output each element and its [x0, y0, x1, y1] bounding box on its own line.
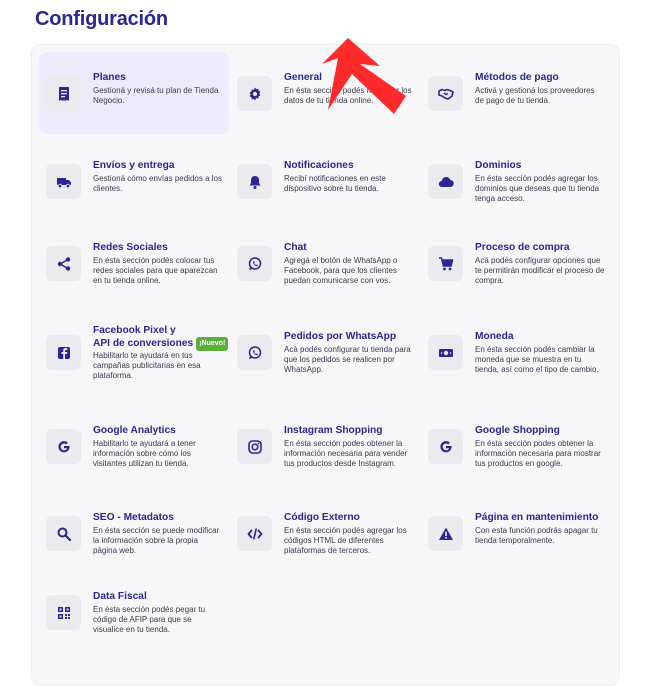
settings-item-facebook-pixel-y-api-de-conversiones[interactable]: Facebook Pixel y API de conversiones ¡Nuev… — [39, 312, 229, 392]
settings-item-title: Envíos y entrega — [93, 160, 233, 172]
settings-item-proceso-de-compra[interactable]: Proceso de compra Acá podés configurar op… — [421, 228, 611, 298]
settings-item-description: Recibí notificaciones en este dispositiv… — [284, 174, 386, 193]
settings-item-codigo-externo[interactable]: Código Externo En ésta sección podés agre… — [230, 498, 420, 568]
whatsapp-icon — [237, 246, 272, 281]
settings-item-title: Dominios — [475, 160, 615, 172]
settings-item-notificaciones[interactable]: Notificaciones Recibí notificaciones en e… — [230, 146, 420, 216]
settings-item-title-text: Métodos de pago — [475, 72, 559, 83]
settings-item-title: Página en mantenimiento — [475, 512, 615, 524]
settings-item-title-text: Google Analytics — [93, 425, 176, 436]
settings-item-title: Facebook Pixel y API de conversiones ¡Nuev… — [93, 325, 233, 351]
settings-item-title-text: Proceso de compra — [475, 242, 570, 253]
settings-item-description: Activá y gestioná los proveedores de pag… — [475, 86, 595, 105]
money-icon — [428, 335, 463, 370]
google-icon — [428, 429, 463, 464]
settings-item-data-fiscal[interactable]: Data Fiscal En ésta sección podés pegar t… — [39, 582, 229, 642]
gear-icon — [237, 76, 272, 111]
settings-item-title-text: Notificaciones — [284, 160, 354, 171]
settings-item-title: Redes Sociales — [93, 242, 233, 254]
settings-item-description: Acá podés configurar tu tienda para que … — [284, 345, 411, 374]
settings-item-seo-metadatos[interactable]: SEO - Metadatos En ésta sección se puede … — [39, 498, 229, 568]
settings-item-title: Proceso de compra — [475, 242, 615, 254]
settings-item-google-shopping[interactable]: Google Shopping En ésta sección podes obt… — [421, 408, 611, 484]
settings-item-description: Acá podés configurar opciones que te per… — [475, 256, 605, 285]
settings-item-planes[interactable]: Planes Gestioná y revisá tu plan de Tiend… — [39, 52, 229, 134]
settings-item-description: En ésta sección podés agregar los domini… — [475, 174, 600, 203]
settings-item-title: Moneda — [475, 331, 615, 343]
settings-item-redes-sociales[interactable]: Redes Sociales En ésta sección podés colo… — [39, 228, 229, 298]
settings-item-description: En ésta sección se puede modificar la in… — [93, 526, 220, 555]
settings-item-description: Habilitarlo te ayudará en tus campañas p… — [93, 351, 201, 380]
settings-item-title-text: API de conversiones — [93, 338, 194, 349]
settings-item-title: Instagram Shopping — [284, 425, 424, 437]
settings-item-description: Gestioná cómo envías pedidos a los clien… — [93, 174, 222, 193]
settings-item-pedidos-por-whatsapp[interactable]: Pedidos por WhatsApp Acá podés configurar… — [230, 312, 420, 392]
settings-item-envios-y-entrega[interactable]: Envíos y entrega Gestioná cómo envías ped… — [39, 146, 229, 216]
cart-icon — [428, 246, 463, 281]
settings-item-title-text: Facebook Pixel y — [93, 325, 176, 336]
whatsapp-icon — [237, 335, 272, 370]
settings-item-title-text: Redes Sociales — [93, 242, 168, 253]
settings-item-description: Con esta función podrás apagar tu tienda… — [475, 526, 598, 545]
settings-item-title: Planes — [93, 72, 233, 84]
settings-item-google-analytics[interactable]: Google Analytics Habilitarlo te ayudará a… — [39, 408, 229, 484]
settings-item-description: En ésta sección podés pegar tu código de… — [93, 605, 206, 634]
settings-item-description: Agregá el botón de WhatsApp o Facebook, … — [284, 256, 398, 285]
settings-item-description: En ésta sección podes obtener la informa… — [284, 439, 408, 468]
settings-item-title-text: SEO - Metadatos — [93, 512, 174, 523]
settings-item-title-text: Página en mantenimiento — [475, 512, 599, 523]
settings-item-title: Código Externo — [284, 512, 424, 524]
settings-item-description: En ésta sección podés cambiar la moneda … — [475, 345, 599, 374]
code-icon — [237, 516, 272, 551]
settings-item-title: Pedidos por WhatsApp — [284, 331, 424, 343]
settings-item-metodos-de-pago[interactable]: Métodos de pago Activá y gestioná los pro… — [421, 52, 611, 134]
settings-item-description: Gestioná y revisá tu plan de Tienda Nego… — [93, 86, 219, 105]
settings-item-title-text: Código Externo — [284, 512, 360, 523]
settings-item-title-text: Dominios — [475, 160, 522, 171]
truck-icon — [46, 164, 81, 199]
settings-item-description: Habilitarlo te ayudará a tener informaci… — [93, 439, 196, 468]
new-badge: ¡Nuevo! — [196, 337, 229, 351]
settings-item-description: En ésta sección podés modificar los dato… — [284, 86, 412, 105]
settings-item-title: General — [284, 72, 424, 84]
settings-item-pagina-en-mantenimiento[interactable]: Página en mantenimiento Con esta función … — [421, 498, 611, 568]
settings-item-title: Data Fiscal — [93, 591, 233, 603]
settings-item-description: En ésta sección podés agregar los código… — [284, 526, 407, 555]
settings-item-moneda[interactable]: Moneda En ésta sección podés cambiar la m… — [421, 312, 611, 392]
settings-item-title: SEO - Metadatos — [93, 512, 233, 524]
settings-item-title: Google Analytics — [93, 425, 233, 437]
instagram-icon — [237, 429, 272, 464]
settings-item-title-text: Instagram Shopping — [284, 425, 383, 436]
settings-item-instagram-shopping[interactable]: Instagram Shopping En ésta sección podes … — [230, 408, 420, 484]
facebook-icon — [46, 335, 81, 370]
settings-item-title-text: General — [284, 72, 322, 83]
cloud-icon — [428, 164, 463, 199]
settings-item-general[interactable]: General En ésta sección podés modificar l… — [230, 52, 420, 134]
settings-item-chat[interactable]: Chat Agregá el botón de WhatsApp o Facebo… — [230, 228, 420, 298]
settings-item-description: En ésta sección podés colocar tus redes … — [93, 256, 218, 285]
settings-item-title: Notificaciones — [284, 160, 424, 172]
google-icon — [46, 429, 81, 464]
settings-item-title-text: Google Shopping — [475, 425, 560, 436]
settings-item-title: Métodos de pago — [475, 72, 615, 84]
warning-icon — [428, 516, 463, 551]
bell-icon — [237, 164, 272, 199]
settings-item-description: En ésta sección podes obtener la informa… — [475, 439, 601, 468]
settings-item-title-text: Data Fiscal — [93, 591, 147, 602]
page-title: Configuración — [35, 8, 168, 30]
settings-item-title: Google Shopping — [475, 425, 615, 437]
settings-item-dominios[interactable]: Dominios En ésta sección podés agregar lo… — [421, 146, 611, 216]
receipt-icon — [46, 76, 81, 111]
settings-item-title-text: Chat — [284, 242, 307, 253]
share-icon — [46, 246, 81, 281]
settings-item-title-text: Moneda — [475, 331, 514, 342]
search-icon — [46, 516, 81, 551]
settings-item-title-text: Planes — [93, 72, 126, 83]
settings-item-title-text: Pedidos por WhatsApp — [284, 331, 397, 342]
qr-icon — [46, 595, 81, 630]
handshake-icon — [428, 76, 463, 111]
settings-item-title-text: Envíos y entrega — [93, 160, 175, 171]
settings-item-title: Chat — [284, 242, 424, 254]
